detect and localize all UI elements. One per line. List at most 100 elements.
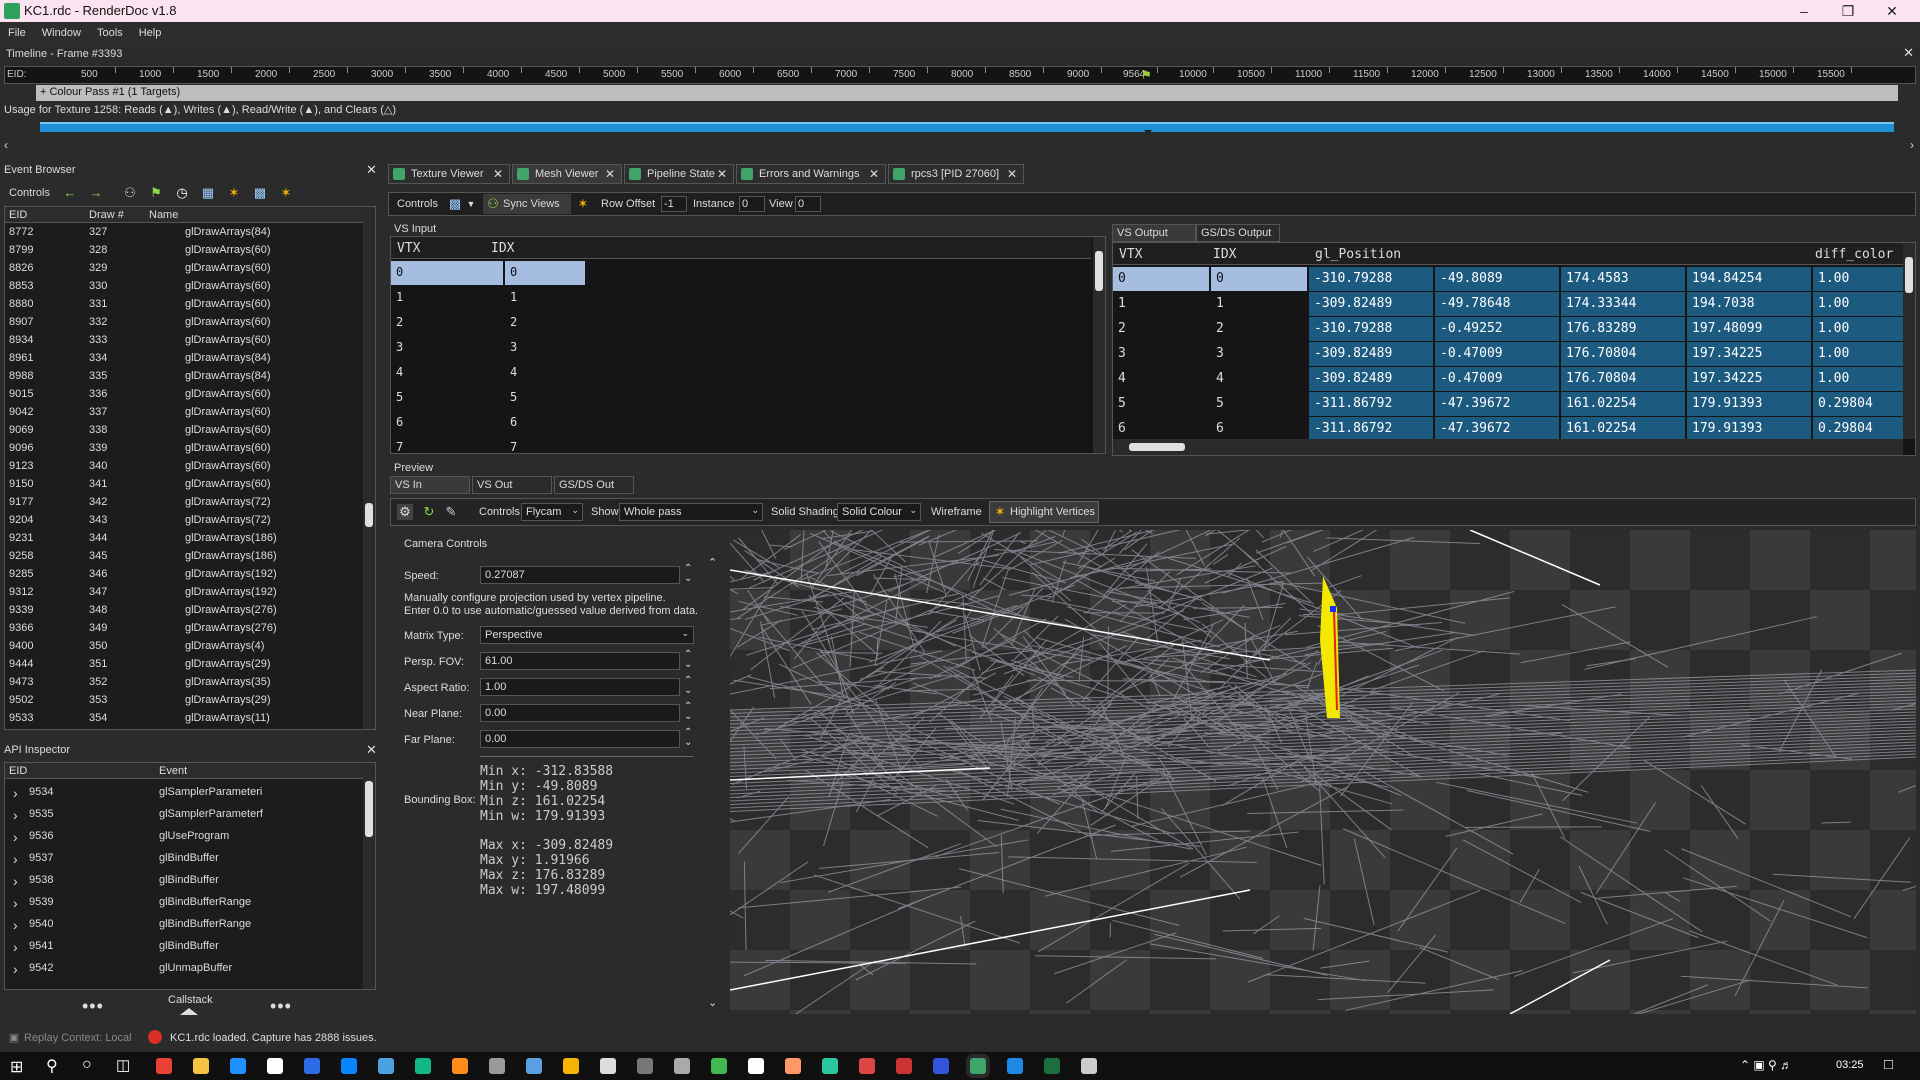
- scroll-down-icon[interactable]: ⌄: [708, 996, 717, 1009]
- gl-position-cell[interactable]: 176.83289: [1561, 317, 1685, 341]
- idx-cell[interactable]: 3: [505, 336, 585, 360]
- idx-cell[interactable]: 7: [505, 436, 585, 460]
- vs-output-hscrollbar[interactable]: [1113, 439, 1903, 455]
- speed-input[interactable]: 0.27087: [480, 566, 680, 584]
- scroll-thumb[interactable]: [365, 503, 373, 527]
- menu-help[interactable]: Help: [131, 22, 167, 39]
- api-event-row[interactable]: › 9542 glUnmapBuffer: [5, 957, 361, 979]
- app-icon[interactable]: [378, 1058, 394, 1074]
- find-icon[interactable]: ⚇: [122, 185, 138, 201]
- event-row[interactable]: 8853 330 glDrawArrays(60): [5, 277, 361, 295]
- diff-color-cell[interactable]: 0.29804: [1813, 417, 1903, 441]
- event-row[interactable]: 8826 329 glDrawArrays(60): [5, 259, 361, 277]
- event-row[interactable]: 8799 328 glDrawArrays(60): [5, 241, 361, 259]
- api-scroll-thumb[interactable]: [365, 781, 373, 837]
- event-row[interactable]: 9312 347 glDrawArrays(192): [5, 583, 361, 601]
- far-plane-input[interactable]: 0.00: [480, 730, 680, 748]
- col-api-event[interactable]: Event: [159, 765, 187, 777]
- event-row[interactable]: 9339 348 glDrawArrays(276): [5, 601, 361, 619]
- settings-gear-icon[interactable]: ⚙: [397, 504, 413, 520]
- app-icon[interactable]: [785, 1058, 801, 1074]
- out-vtx-cell[interactable]: 5: [1113, 392, 1209, 416]
- idx-cell[interactable]: 0: [505, 261, 585, 285]
- notifications-icon[interactable]: □: [1884, 1056, 1893, 1073]
- event-row[interactable]: 9096 339 glDrawArrays(60): [5, 439, 361, 457]
- col-draw[interactable]: Draw #: [89, 209, 124, 221]
- chrome-icon[interactable]: [156, 1058, 172, 1074]
- event-row[interactable]: 9366 349 glDrawArrays(276): [5, 619, 361, 637]
- menu-file[interactable]: File: [0, 22, 31, 39]
- tray-icons[interactable]: ⌃ ▣ ⚲ ♬: [1740, 1058, 1792, 1072]
- renderdoc-taskbar-icon[interactable]: [970, 1058, 986, 1074]
- vtx-cell[interactable]: 7: [391, 436, 503, 460]
- scroll-left-icon[interactable]: ‹: [4, 138, 8, 152]
- gl-position-cell[interactable]: 179.91393: [1687, 417, 1811, 441]
- next-event-icon[interactable]: →: [88, 185, 104, 201]
- api-event-row[interactable]: › 9534 glSamplerParameteri: [5, 781, 361, 803]
- gl-position-cell[interactable]: -47.39672: [1435, 417, 1559, 441]
- highlight-icon[interactable]: ✶: [226, 185, 242, 201]
- event-row[interactable]: 9069 338 glDrawArrays(60): [5, 421, 361, 439]
- gl-position-cell[interactable]: 174.4583: [1561, 267, 1685, 291]
- event-row[interactable]: 9502 353 glDrawArrays(29): [5, 691, 361, 709]
- expand-arrow-icon[interactable]: ›: [13, 807, 18, 823]
- settings-star-icon[interactable]: ✶: [278, 185, 294, 201]
- gl-position-cell[interactable]: -309.82489: [1309, 342, 1433, 366]
- app-icon[interactable]: [859, 1058, 875, 1074]
- event-row[interactable]: 9400 350 glDrawArrays(4): [5, 637, 361, 655]
- show-select[interactable]: Whole pass ⌄: [619, 503, 763, 521]
- aspect-spinner-icon[interactable]: ⌃ ⌄: [684, 676, 692, 696]
- event-browser-close-icon[interactable]: ✕: [366, 162, 377, 178]
- prev-event-icon[interactable]: ←: [62, 185, 78, 201]
- gl-position-cell[interactable]: 197.48099: [1687, 317, 1811, 341]
- app-icon[interactable]: [489, 1058, 505, 1074]
- event-row[interactable]: 8988 335 glDrawArrays(84): [5, 367, 361, 385]
- callstack-expand-icon[interactable]: [180, 1008, 198, 1015]
- splitter-dots-left-icon[interactable]: •••: [82, 996, 104, 1017]
- app-icon[interactable]: [896, 1058, 912, 1074]
- out-vtx-cell[interactable]: 6: [1113, 417, 1209, 441]
- gl-position-cell[interactable]: 197.34225: [1687, 367, 1811, 391]
- out-idx-cell[interactable]: 0: [1211, 267, 1307, 291]
- app-icon[interactable]: [711, 1058, 727, 1074]
- excel-icon[interactable]: [1044, 1058, 1060, 1074]
- vs-output-scrollbar[interactable]: [1903, 243, 1915, 439]
- vtx-cell[interactable]: 6: [391, 411, 503, 435]
- out-vtx-cell[interactable]: 2: [1113, 317, 1209, 341]
- out-vtx-cell[interactable]: 4: [1113, 367, 1209, 391]
- out-idx-cell[interactable]: 4: [1211, 367, 1307, 391]
- search-icon[interactable]: ⚲: [46, 1056, 58, 1076]
- splitter-dots-right-icon[interactable]: •••: [270, 996, 292, 1017]
- out-idx-cell[interactable]: 3: [1211, 342, 1307, 366]
- out-idx-cell[interactable]: 2: [1211, 317, 1307, 341]
- event-row[interactable]: 8934 333 glDrawArrays(60): [5, 331, 361, 349]
- event-row[interactable]: 8907 332 glDrawArrays(60): [5, 313, 361, 331]
- col-api-eid[interactable]: EID: [9, 765, 27, 777]
- gl-position-cell[interactable]: -49.78648: [1435, 292, 1559, 316]
- gl-position-cell[interactable]: 176.70804: [1561, 367, 1685, 391]
- col-out-vtx[interactable]: VTX: [1119, 247, 1142, 262]
- event-row[interactable]: 9258 345 glDrawArrays(186): [5, 547, 361, 565]
- col-diff-color[interactable]: diff_color: [1815, 247, 1893, 262]
- gl-position-cell[interactable]: 194.7038: [1687, 292, 1811, 316]
- sync-views-toggle[interactable]: ⚇ Sync Views: [483, 194, 571, 214]
- api-event-row[interactable]: › 9541 glBindBuffer: [5, 935, 361, 957]
- app-icon[interactable]: [452, 1058, 468, 1074]
- event-row[interactable]: 9285 346 glDrawArrays(192): [5, 565, 361, 583]
- event-row[interactable]: 9444 351 glDrawArrays(29): [5, 655, 361, 673]
- pick-vertex-icon[interactable]: ✎: [443, 504, 459, 520]
- expand-arrow-icon[interactable]: ›: [13, 851, 18, 867]
- idx-cell[interactable]: 1: [505, 286, 585, 310]
- file-explorer-icon[interactable]: [193, 1058, 209, 1074]
- menu-tools[interactable]: Tools: [89, 22, 128, 39]
- callstack-label[interactable]: Callstack: [168, 994, 213, 1006]
- expand-arrow-icon[interactable]: ›: [13, 829, 18, 845]
- event-row[interactable]: 9123 340 glDrawArrays(60): [5, 457, 361, 475]
- wireframe-toggle[interactable]: Wireframe: [931, 506, 982, 518]
- task-view-icon[interactable]: ◫: [116, 1056, 130, 1074]
- event-row[interactable]: 9015 336 glDrawArrays(60): [5, 385, 361, 403]
- gl-position-cell[interactable]: -311.86792: [1309, 392, 1433, 416]
- minimize-button[interactable]: –: [1784, 1, 1824, 21]
- colour-pass-marker[interactable]: + Colour Pass #1 (1 Targets): [36, 85, 1898, 101]
- out-vtx-cell[interactable]: 1: [1113, 292, 1209, 316]
